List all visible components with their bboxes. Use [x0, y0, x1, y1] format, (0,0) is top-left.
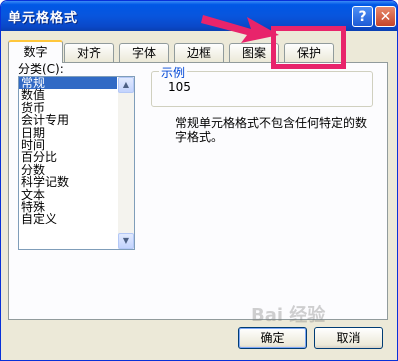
tab-alignment[interactable]: 对齐 — [64, 43, 114, 62]
category-listbox[interactable]: 常规 数值 货币 会计专用 日期 时间 百分比 分数 科学记数 文本 特殊 自定… — [18, 76, 135, 250]
window-title: 单元格格式 — [8, 11, 79, 26]
list-item[interactable]: 百分比 — [19, 151, 134, 163]
listbox-scrollbar[interactable]: ▲ ▼ — [118, 77, 134, 249]
pointer-arrow-icon — [201, 15, 279, 43]
ok-button[interactable]: 确定 — [238, 327, 307, 349]
list-item[interactable]: 自定义 — [19, 213, 134, 225]
list-item[interactable]: 科学记数 — [19, 176, 134, 188]
watermark: Bai 经验 — [251, 305, 326, 326]
tab-number[interactable]: 数字 — [8, 40, 63, 63]
protection-tab-highlight — [271, 26, 346, 69]
list-item[interactable]: 数值 — [19, 89, 134, 101]
format-description: 常规单元格格式不包含任何特定的数字格式。 — [175, 116, 368, 144]
list-item[interactable]: 会计专用 — [19, 114, 134, 126]
close-button[interactable]: ✕ — [375, 6, 396, 27]
sample-legend: 示例 — [159, 64, 188, 81]
tab-font[interactable]: 字体 — [119, 43, 169, 62]
cancel-button[interactable]: 取消 — [314, 327, 383, 349]
help-button[interactable]: ? — [352, 6, 373, 27]
format-cells-dialog: 单元格格式 ? ✕ 数字 对齐 字体 边框 图案 保护 分类(C): 常规 数值… — [0, 0, 398, 361]
scroll-down-icon[interactable]: ▼ — [118, 233, 134, 249]
sample-value: 105 — [168, 80, 191, 94]
scroll-up-icon[interactable]: ▲ — [118, 77, 134, 93]
